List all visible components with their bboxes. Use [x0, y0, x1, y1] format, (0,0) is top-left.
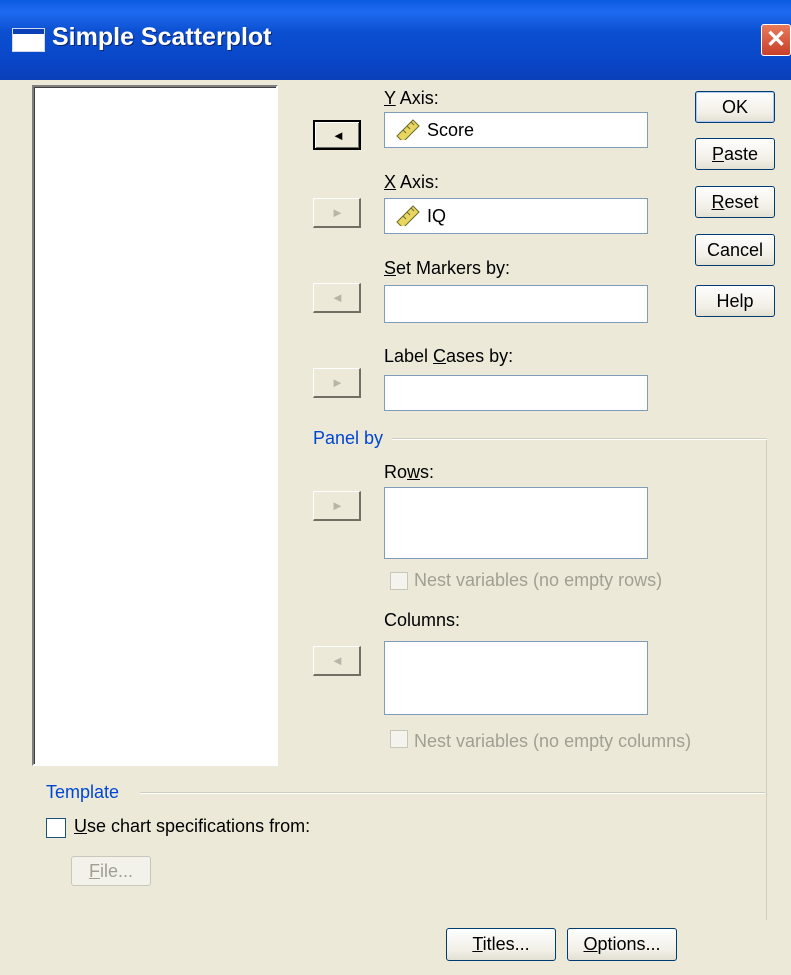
- arrow-right-icon: ►: [331, 375, 344, 390]
- arrow-right-icon: ►: [331, 205, 344, 220]
- y-axis-move-button[interactable]: ◄: [313, 120, 361, 150]
- cancel-button[interactable]: Cancel: [695, 234, 775, 266]
- label-cases-label: Label Cases by:: [384, 346, 514, 366]
- y-axis-field[interactable]: Score: [384, 112, 648, 148]
- rows-field[interactable]: [384, 487, 648, 559]
- columns-field[interactable]: [384, 641, 648, 715]
- columns-label: Columns:: [384, 610, 461, 630]
- use-spec-checkbox[interactable]: [46, 818, 66, 838]
- x-axis-field[interactable]: IQ: [384, 198, 648, 234]
- template-divider: [140, 792, 765, 794]
- file-button[interactable]: File...: [71, 856, 151, 886]
- arrow-left-icon: ◄: [331, 653, 344, 668]
- x-axis-label: X Axis:: [384, 172, 440, 192]
- rows-label: Rows:: [384, 462, 435, 482]
- columns-move-button[interactable]: ◄: [313, 646, 361, 676]
- dialog-title: Simple Scatterplot: [52, 23, 272, 51]
- nest-columns-checkbox[interactable]: [390, 730, 408, 748]
- scatterplot-dialog: Simple Scatterplot ✕ ◄ Y Axis: Score ► X…: [0, 0, 791, 975]
- title-bar[interactable]: Simple Scatterplot ✕: [0, 0, 791, 80]
- panel-by-section-label: Panel by: [313, 428, 384, 448]
- rows-move-button[interactable]: ►: [313, 491, 361, 521]
- y-axis-label: Y Axis:: [384, 88, 439, 108]
- ok-button[interactable]: OK: [695, 91, 775, 123]
- reset-button[interactable]: Reset: [695, 186, 775, 218]
- panel-by-edge: [766, 440, 767, 920]
- set-markers-move-button[interactable]: ◄: [313, 283, 361, 313]
- x-axis-move-button[interactable]: ►: [313, 198, 361, 228]
- nest-columns-label: Nest variables (no empty columns): [414, 731, 692, 751]
- nest-rows-checkbox[interactable]: [390, 572, 408, 590]
- help-button[interactable]: Help: [695, 285, 775, 317]
- scale-ruler-icon: [396, 119, 420, 140]
- label-cases-field[interactable]: [384, 375, 648, 411]
- arrow-right-icon: ►: [331, 498, 344, 513]
- y-axis-value: Score: [427, 120, 475, 140]
- paste-button[interactable]: Paste: [695, 138, 775, 170]
- options-button[interactable]: Options...: [567, 928, 677, 961]
- arrow-left-icon: ◄: [331, 290, 344, 305]
- scale-ruler-icon: [396, 205, 420, 226]
- titles-button[interactable]: Titles...: [446, 928, 556, 961]
- use-spec-label: Use chart specifications from:: [74, 816, 311, 836]
- panel-by-divider: [392, 438, 767, 440]
- x-axis-value: IQ: [427, 206, 447, 226]
- close-button[interactable]: ✕: [761, 24, 791, 56]
- nest-rows-label: Nest variables (no empty rows): [414, 570, 663, 590]
- variable-list[interactable]: [32, 85, 278, 766]
- window-icon: [12, 28, 45, 52]
- label-cases-move-button[interactable]: ►: [313, 368, 361, 398]
- arrow-left-icon: ◄: [332, 128, 345, 143]
- template-section-label: Template: [46, 782, 120, 802]
- set-markers-label: Set Markers by:: [384, 258, 511, 278]
- set-markers-field[interactable]: [384, 285, 648, 323]
